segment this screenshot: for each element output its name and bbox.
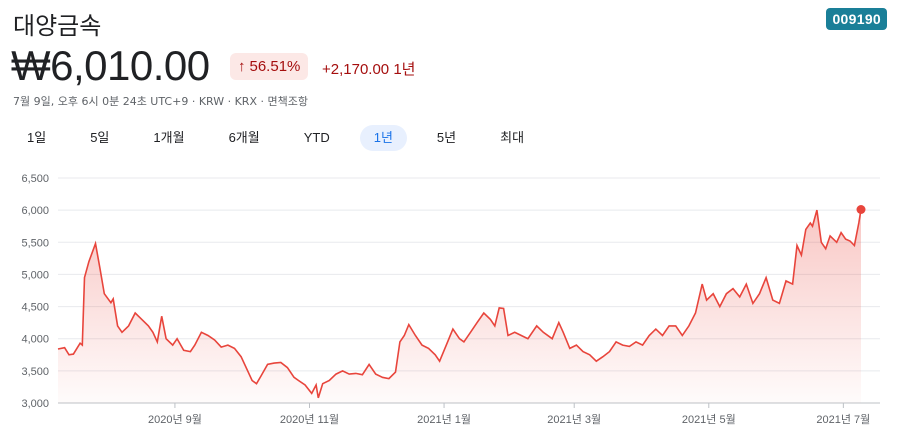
x-tick-label: 2021년 7월 xyxy=(816,413,870,426)
range-tab-0[interactable]: 1일 xyxy=(13,125,60,151)
range-tab-2[interactable]: 1개월 xyxy=(139,125,198,151)
x-tick-label: 2021년 5월 xyxy=(682,413,736,426)
x-tick-label: 2020년 11월 xyxy=(280,413,339,426)
y-tick-label: 5,000 xyxy=(21,269,49,281)
change-percent-badge: ↑ 56.51% xyxy=(230,53,309,80)
quote-meta: 7월 9일, 오후 6시 0분 24초 UTC+9 · KRW · KRX · … xyxy=(13,95,308,108)
arrow-up-icon: ↑ xyxy=(238,58,246,75)
x-tick-label: 2020년 9월 xyxy=(148,413,202,426)
y-tick-label: 3,500 xyxy=(21,366,49,378)
x-tick-label: 2021년 1월 xyxy=(417,413,471,426)
change-absolute: +2,170.00 1년 xyxy=(322,61,416,78)
range-tab-6[interactable]: 5년 xyxy=(423,125,470,151)
range-tab-5[interactable]: 1년 xyxy=(359,125,407,151)
range-tab-3[interactable]: 6개월 xyxy=(215,125,274,151)
last-price-dot xyxy=(856,205,866,214)
ticker-badge[interactable]: 009190 xyxy=(826,8,887,30)
y-tick-label: 6,000 xyxy=(21,205,49,217)
current-price: ₩6,010.00 xyxy=(11,42,210,89)
y-tick-label: 6,500 xyxy=(21,173,49,185)
change-percent-value: 56.51% xyxy=(249,58,301,75)
range-tab-7[interactable]: 최대 xyxy=(486,125,538,151)
range-tabs: 1일 5일 1개월 6개월 YTD 1년 5년 최대 xyxy=(13,125,554,151)
range-tab-1[interactable]: 5일 xyxy=(76,125,123,151)
price-chart[interactable]: 3,000 3,500 4,000 4,500 5,000 5,500 6,000 6,500… xyxy=(0,160,897,444)
y-tick-label: 3,000 xyxy=(21,398,49,410)
y-tick-label: 4,500 xyxy=(21,302,49,314)
y-tick-label: 4,000 xyxy=(21,334,49,346)
y-tick-label: 5,500 xyxy=(21,237,49,249)
x-tick-label: 2021년 3월 xyxy=(547,413,601,426)
range-tab-4[interactable]: YTD xyxy=(290,125,344,151)
stock-name: 대양금속 xyxy=(13,12,102,40)
